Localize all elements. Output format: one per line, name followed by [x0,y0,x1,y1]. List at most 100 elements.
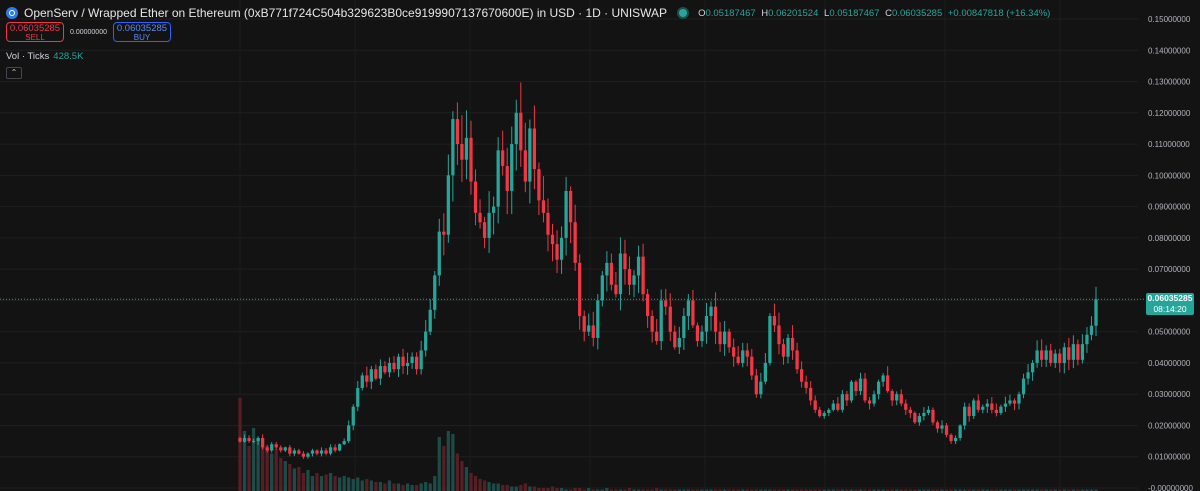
candle-body [632,275,636,285]
sell-button[interactable]: 0.06035285 SELL [6,22,64,42]
candle-body [401,356,405,367]
volume-bar [261,446,265,491]
candle-body [324,450,328,454]
candle-body [799,369,804,382]
last-price-value: 0.06035285 [1147,293,1193,303]
chart-grid [0,0,1138,489]
candle-body [1030,362,1035,373]
candle-body [926,409,931,413]
candle-body [985,403,989,407]
trade-panel: 0.06035285 SELL 0.00000000 0.06035285 BU… [6,22,171,42]
volume-bar [256,438,260,491]
candle-body [487,212,491,238]
price-tick-label: 0.09000000 [1148,203,1191,212]
open-value: 0.05187467 [705,7,756,19]
volume-bar [496,483,500,491]
candle-body [360,375,364,388]
candle-body [428,309,432,332]
candle-body [754,375,758,395]
volume-bar [374,482,378,491]
candle-body [297,450,301,454]
symbol-title[interactable]: OpenServ / Wrapped Ether on Ethereum (0x… [24,6,667,20]
candle-body [288,447,292,454]
candle-body [587,325,591,332]
volume-bar [306,470,310,491]
candle-body [505,165,509,191]
volume-legend[interactable]: Vol · Ticks 428.5K [6,51,83,62]
candle-body [781,344,786,357]
volume-bar [469,473,473,491]
candle-body [573,222,577,263]
market-status-icon[interactable] [679,9,688,17]
candle-body [677,337,681,348]
candle-body [1012,400,1017,404]
candle-body [596,300,600,338]
candle-body [347,425,351,442]
candle-body [446,175,450,235]
candle-body [1062,347,1066,363]
candle-body [935,422,940,429]
candle-body [994,409,998,413]
candle-body [931,409,935,423]
candle-body [904,403,908,410]
collapse-legend-button[interactable]: ⌃ [6,67,22,79]
volume-bar [369,480,373,491]
volume-bar [419,483,423,491]
volume-bar [514,486,518,491]
price-tick-label: 0.02000000 [1148,421,1191,430]
volume-bar [238,398,242,491]
candle-body [609,262,614,285]
chart-header: OpenServ / Wrapped Ether on Ethereum (0x… [6,5,1052,21]
volume-bar [510,486,514,491]
candle-body [895,394,899,401]
candle-body [1044,350,1048,360]
candle-body [854,381,858,392]
candle-body [750,356,754,376]
candle-body [442,231,446,235]
candle-body [682,316,686,338]
candle-body [333,447,337,451]
candle-body [387,362,392,373]
candle-body [795,350,799,370]
candle-body [759,381,763,395]
candle-body [1035,350,1039,363]
volume-bar [437,437,441,491]
candle-body [976,400,980,410]
candle-body [582,316,586,332]
price-tick-label: 0.13000000 [1148,78,1191,87]
volume-bar [487,482,491,491]
price-tick-label: 0.05000000 [1148,328,1191,337]
candle-body [908,409,912,413]
candle-body [722,331,727,345]
candle-body [686,300,691,317]
candle-body [763,362,768,382]
candle-body [270,444,274,451]
volume-bar [451,434,455,491]
candle-body [1067,347,1071,360]
candle-body [836,403,840,410]
candle-body [704,316,709,332]
candle-body [664,300,668,307]
candle-body [396,356,401,370]
volume-bar [283,461,287,491]
volume-bar [378,482,383,491]
price-tick-label: 0.12000000 [1148,109,1191,118]
candle-body [261,437,265,448]
candle-body [242,437,247,442]
volume-bar [333,476,337,491]
volume-bar [292,468,296,491]
candle-body [691,300,695,326]
volume-bar [274,449,278,491]
candle-body [741,350,745,363]
price-tick-label: 0.04000000 [1148,359,1191,368]
price-tick-label: 0.10000000 [1148,171,1191,180]
price-chart[interactable]: 0.15000000 0.14000000 0.13000000 0.12000000… [0,0,1200,491]
buy-button[interactable]: 0.06035285 BUY [112,22,171,42]
candle-body [1085,334,1089,345]
volume-bar [410,485,414,491]
candle-body [383,366,387,373]
candle-body [559,237,564,260]
candle-body [369,369,373,382]
candle-body [650,316,654,332]
candle-body [713,306,718,332]
